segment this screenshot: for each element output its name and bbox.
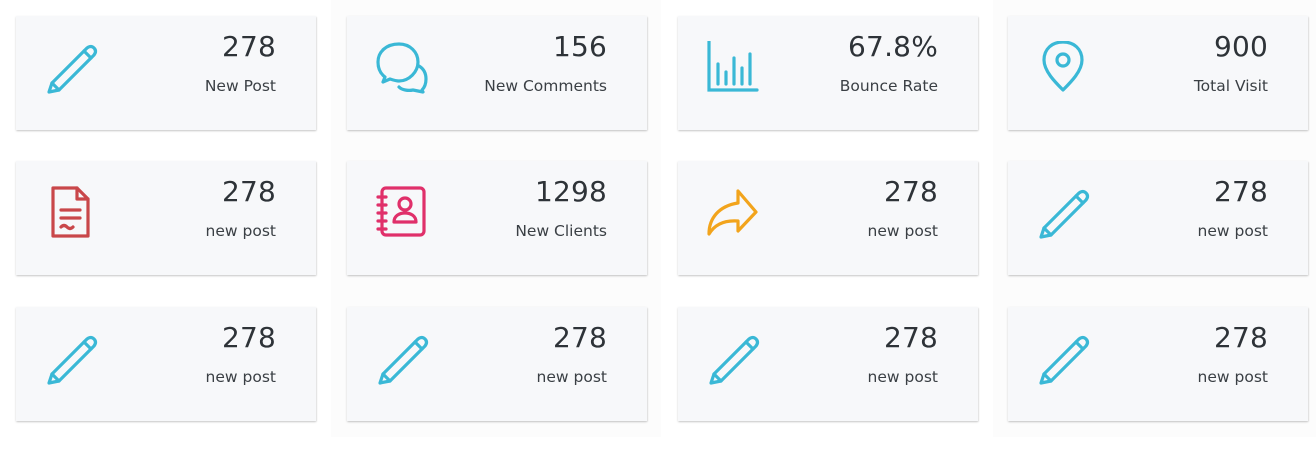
pencil-icon [44, 41, 104, 101]
stat-label: new post [1197, 222, 1268, 240]
stat-label: New Clients [515, 222, 607, 240]
stat-value: 278 [883, 175, 938, 208]
stat-value: 278 [221, 30, 276, 63]
stat-value: 278 [883, 321, 938, 354]
stat-card-bounce-rate[interactable]: 67.8% Bounce Rate [678, 16, 978, 130]
stat-label: new post [867, 222, 938, 240]
stat-value: 278 [221, 175, 276, 208]
stat-card-new-post[interactable]: 278 new post [16, 307, 316, 421]
chat-bubbles-icon [375, 41, 435, 101]
stat-label: new post [205, 222, 276, 240]
stat-card-new-post[interactable]: 278 new post [1008, 161, 1308, 275]
stat-value: 278 [1213, 321, 1268, 354]
stat-card-new-clients[interactable]: 1298 New Clients [347, 161, 647, 275]
stat-label: Total Visit [1193, 77, 1268, 95]
stat-card-document[interactable]: 278 new post [16, 161, 316, 275]
document-icon [44, 186, 104, 246]
stat-card-new-post[interactable]: 278 new post [678, 307, 978, 421]
stat-value: 156 [552, 30, 607, 63]
map-pin-icon [1036, 41, 1096, 101]
stat-label: new post [867, 368, 938, 386]
stat-value: 67.8% [848, 30, 938, 63]
pencil-icon [44, 332, 104, 392]
stat-value: 278 [552, 321, 607, 354]
stat-value: 1298 [534, 175, 607, 208]
stat-card-new-post[interactable]: 278 new post [347, 307, 647, 421]
bar-chart-icon [706, 41, 766, 101]
stat-label: new post [205, 368, 276, 386]
stat-card-new-post[interactable]: 278 new post [1008, 307, 1308, 421]
stat-label: New Post [204, 77, 276, 95]
pencil-icon [1036, 332, 1096, 392]
stat-card-total-visit[interactable]: 900 Total Visit [1008, 16, 1308, 130]
pencil-icon [1036, 186, 1096, 246]
stat-label: new post [1197, 368, 1268, 386]
stat-card-share[interactable]: 278 new post [678, 161, 978, 275]
stat-label: new post [536, 368, 607, 386]
stat-label: Bounce Rate [839, 77, 938, 95]
share-arrow-icon [706, 186, 766, 246]
stat-card-new-comments[interactable]: 156 New Comments [347, 16, 647, 130]
stat-card-new-post[interactable]: 278 New Post [16, 16, 316, 130]
pencil-icon [706, 332, 766, 392]
contact-book-icon [375, 186, 435, 246]
pencil-icon [375, 332, 435, 392]
stat-value: 278 [1213, 175, 1268, 208]
stat-value: 900 [1213, 30, 1268, 63]
stat-label: New Comments [484, 77, 607, 95]
stat-value: 278 [221, 321, 276, 354]
